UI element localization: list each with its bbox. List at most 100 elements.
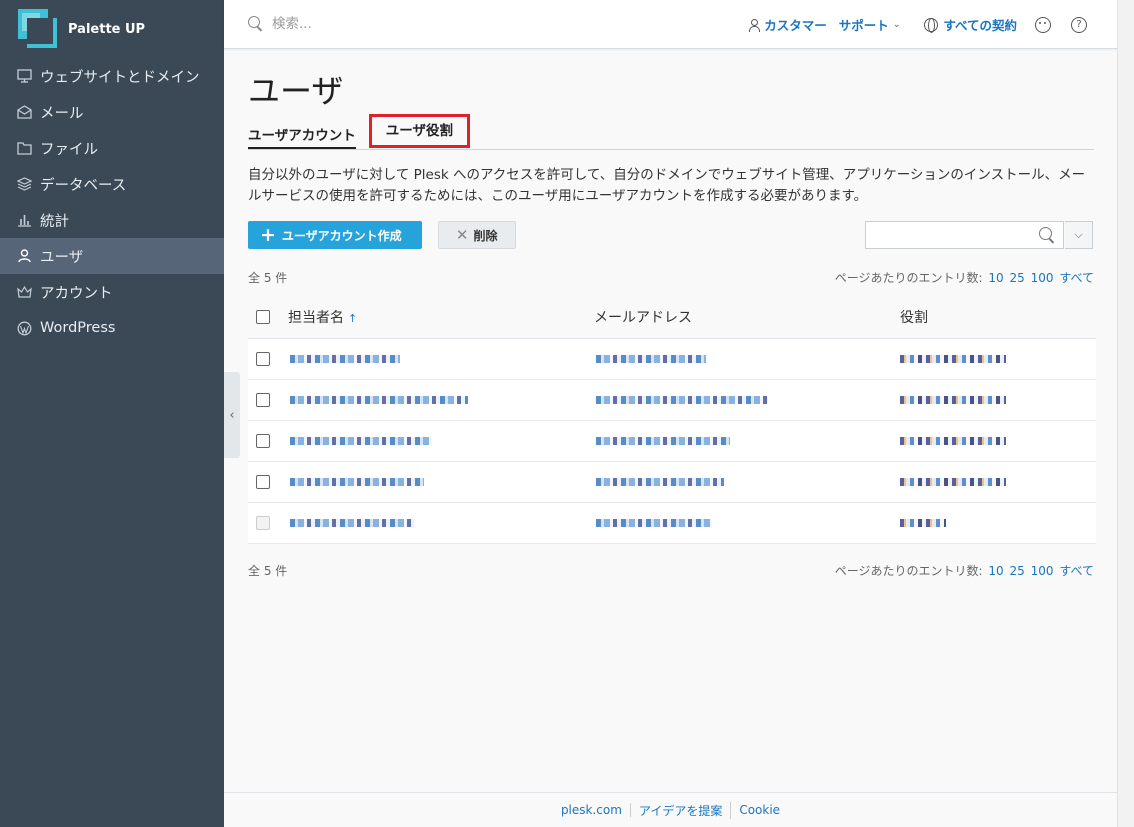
table-row[interactable] xyxy=(248,338,1096,380)
row-checkbox[interactable] xyxy=(256,351,270,366)
folder-icon xyxy=(15,139,33,157)
global-search-input[interactable] xyxy=(272,16,572,32)
sidebar-nav: ウェブサイトとドメイン メール ファイル データベース 統計 ユーザ アカウント… xyxy=(0,58,224,346)
role-redacted xyxy=(900,518,946,527)
user-menu[interactable]: カスタマー xyxy=(747,15,827,34)
per-page-100[interactable]: 100 xyxy=(1031,271,1054,285)
email-redacted xyxy=(596,436,730,445)
contact-name-redacted[interactable] xyxy=(290,395,468,404)
users-table: 担当者名 ↑ メールアドレス 役割 xyxy=(248,297,1096,544)
sort-ascending-icon: ↑ xyxy=(348,312,358,326)
per-page-100[interactable]: 100 xyxy=(1031,564,1054,578)
role-redacted xyxy=(900,477,1006,486)
per-page-selector: ページあたりのエントリ数: 10 25 100 すべて xyxy=(835,269,1094,287)
per-page-all[interactable]: すべて xyxy=(1059,271,1094,285)
role-redacted xyxy=(900,354,1006,363)
chevron-left-icon: ‹ xyxy=(229,407,235,423)
per-page-selector: ページあたりのエントリ数: 10 25 100 すべて xyxy=(835,562,1094,580)
row-checkbox[interactable] xyxy=(256,433,270,448)
row-checkbox[interactable] xyxy=(256,392,270,407)
table-row[interactable] xyxy=(248,420,1096,462)
sidebar-item-label: メール xyxy=(40,105,84,122)
select-all-checkbox[interactable] xyxy=(256,310,270,325)
per-page-25[interactable]: 25 xyxy=(1009,564,1024,578)
create-user-account-button[interactable]: + ユーザアカウント作成 xyxy=(248,221,422,249)
sidebar-collapse-handle[interactable]: ‹ xyxy=(224,372,240,458)
per-page-10[interactable]: 10 xyxy=(988,271,1003,285)
contact-name-redacted[interactable] xyxy=(290,354,400,363)
email-redacted xyxy=(596,354,706,363)
support-menu[interactable]: サポート ⌄ xyxy=(839,15,901,34)
total-count: 全 5 件 xyxy=(248,271,288,285)
column-header-name[interactable]: 担当者名 ↑ xyxy=(288,297,594,339)
delete-label: 削除 xyxy=(473,228,498,243)
sidebar-item-label: データベース xyxy=(40,177,127,194)
sidebar-item-label: ファイル xyxy=(40,141,98,158)
tab-user-accounts[interactable]: ユーザアカウント xyxy=(248,124,356,149)
subscriptions-menu[interactable]: すべての契約 xyxy=(924,15,1017,34)
row-checkbox[interactable] xyxy=(256,474,270,489)
table-row[interactable] xyxy=(248,502,1096,544)
page-description: 自分以外のユーザに対して Plesk へのアクセスを許可して、自分のドメインでウ… xyxy=(248,167,1086,204)
sidebar-item-account[interactable]: アカウント xyxy=(0,274,224,310)
search-options-dropdown[interactable]: ⌵ xyxy=(1065,221,1093,249)
sidebar-item-websites[interactable]: ウェブサイトとドメイン xyxy=(0,58,224,94)
sidebar-item-databases[interactable]: データベース xyxy=(0,166,224,202)
column-header-role[interactable]: 役割 xyxy=(900,297,1096,339)
sidebar-item-users[interactable]: ユーザ xyxy=(0,238,224,274)
palette-logo-icon xyxy=(18,9,58,49)
sidebar-item-wordpress[interactable]: WordPress xyxy=(0,310,224,346)
sidebar-item-mail[interactable]: メール xyxy=(0,94,224,130)
sidebar: Palette UP ウェブサイトとドメイン メール ファイル データベース 統… xyxy=(0,0,224,827)
top-bar: カスタマー サポート ⌄ すべての契約 ? xyxy=(224,0,1117,49)
wordpress-icon xyxy=(15,319,33,337)
search-icon[interactable] xyxy=(1039,227,1055,243)
per-page-label: ページあたりのエントリ数: xyxy=(834,563,983,578)
list-toolbar: + ユーザアカウント作成 ✕ 削除 ⌵ xyxy=(248,221,1094,249)
chevron-down-icon: ⌄ xyxy=(892,19,901,30)
page-scrollbar[interactable] xyxy=(1117,0,1134,827)
support-menu-label: サポート xyxy=(838,18,889,33)
list-meta-top: 全 5 件 ページあたりのエントリ数: 10 25 100 すべて xyxy=(248,269,1094,287)
footer-link-cookie[interactable]: Cookie xyxy=(731,803,788,817)
contact-name-redacted[interactable] xyxy=(290,436,432,445)
footer-link-ideas[interactable]: アイデアを提案 xyxy=(631,801,732,819)
column-header-email[interactable]: メールアドレス xyxy=(594,297,900,339)
mascot-icon[interactable] xyxy=(1035,16,1051,33)
tab-bar: ユーザアカウント ユーザ役割 xyxy=(248,114,1094,150)
email-redacted xyxy=(596,477,724,486)
subscriptions-menu-label: すべての契約 xyxy=(943,18,1017,33)
footer-link-plesk[interactable]: plesk.com xyxy=(553,803,631,817)
sidebar-item-label: アカウント xyxy=(40,285,113,302)
contact-name-redacted[interactable] xyxy=(290,477,424,486)
top-bar-actions: カスタマー サポート ⌄ すべての契約 ? xyxy=(747,0,1117,49)
brand-logo[interactable]: Palette UP xyxy=(0,0,224,58)
table-body xyxy=(248,338,1096,544)
table-row[interactable] xyxy=(248,461,1096,503)
user-icon xyxy=(747,18,761,32)
create-user-account-label: ユーザアカウント作成 xyxy=(281,228,402,243)
plus-icon: + xyxy=(260,223,276,246)
table-header-row: 担当者名 ↑ メールアドレス 役割 xyxy=(248,297,1096,339)
email-redacted xyxy=(596,518,712,527)
sidebar-item-label: 統計 xyxy=(40,213,69,230)
page-footer: plesk.com アイデアを提案 Cookie xyxy=(224,792,1117,827)
table-row[interactable] xyxy=(248,379,1096,421)
total-count: 全 5 件 xyxy=(248,563,288,578)
database-icon xyxy=(15,175,33,193)
page-title: ユーザ xyxy=(248,72,344,110)
search-icon xyxy=(248,16,264,32)
per-page-25[interactable]: 25 xyxy=(1009,271,1024,285)
contact-name-redacted[interactable] xyxy=(290,518,414,527)
per-page-10[interactable]: 10 xyxy=(988,564,1003,578)
table-search-input[interactable] xyxy=(865,221,1064,249)
row-checkbox xyxy=(256,515,270,530)
sidebar-item-files[interactable]: ファイル xyxy=(0,130,224,166)
tab-user-roles[interactable]: ユーザ役割 xyxy=(368,114,470,148)
globe-icon xyxy=(924,17,939,33)
help-icon[interactable]: ? xyxy=(1071,16,1087,33)
sidebar-item-statistics[interactable]: 統計 xyxy=(0,202,224,238)
main-content: ユーザ ユーザアカウント ユーザ役割 自分以外のユーザに対して Plesk への… xyxy=(248,49,1096,580)
delete-button[interactable]: ✕ 削除 xyxy=(437,221,516,249)
per-page-all[interactable]: すべて xyxy=(1059,564,1094,578)
